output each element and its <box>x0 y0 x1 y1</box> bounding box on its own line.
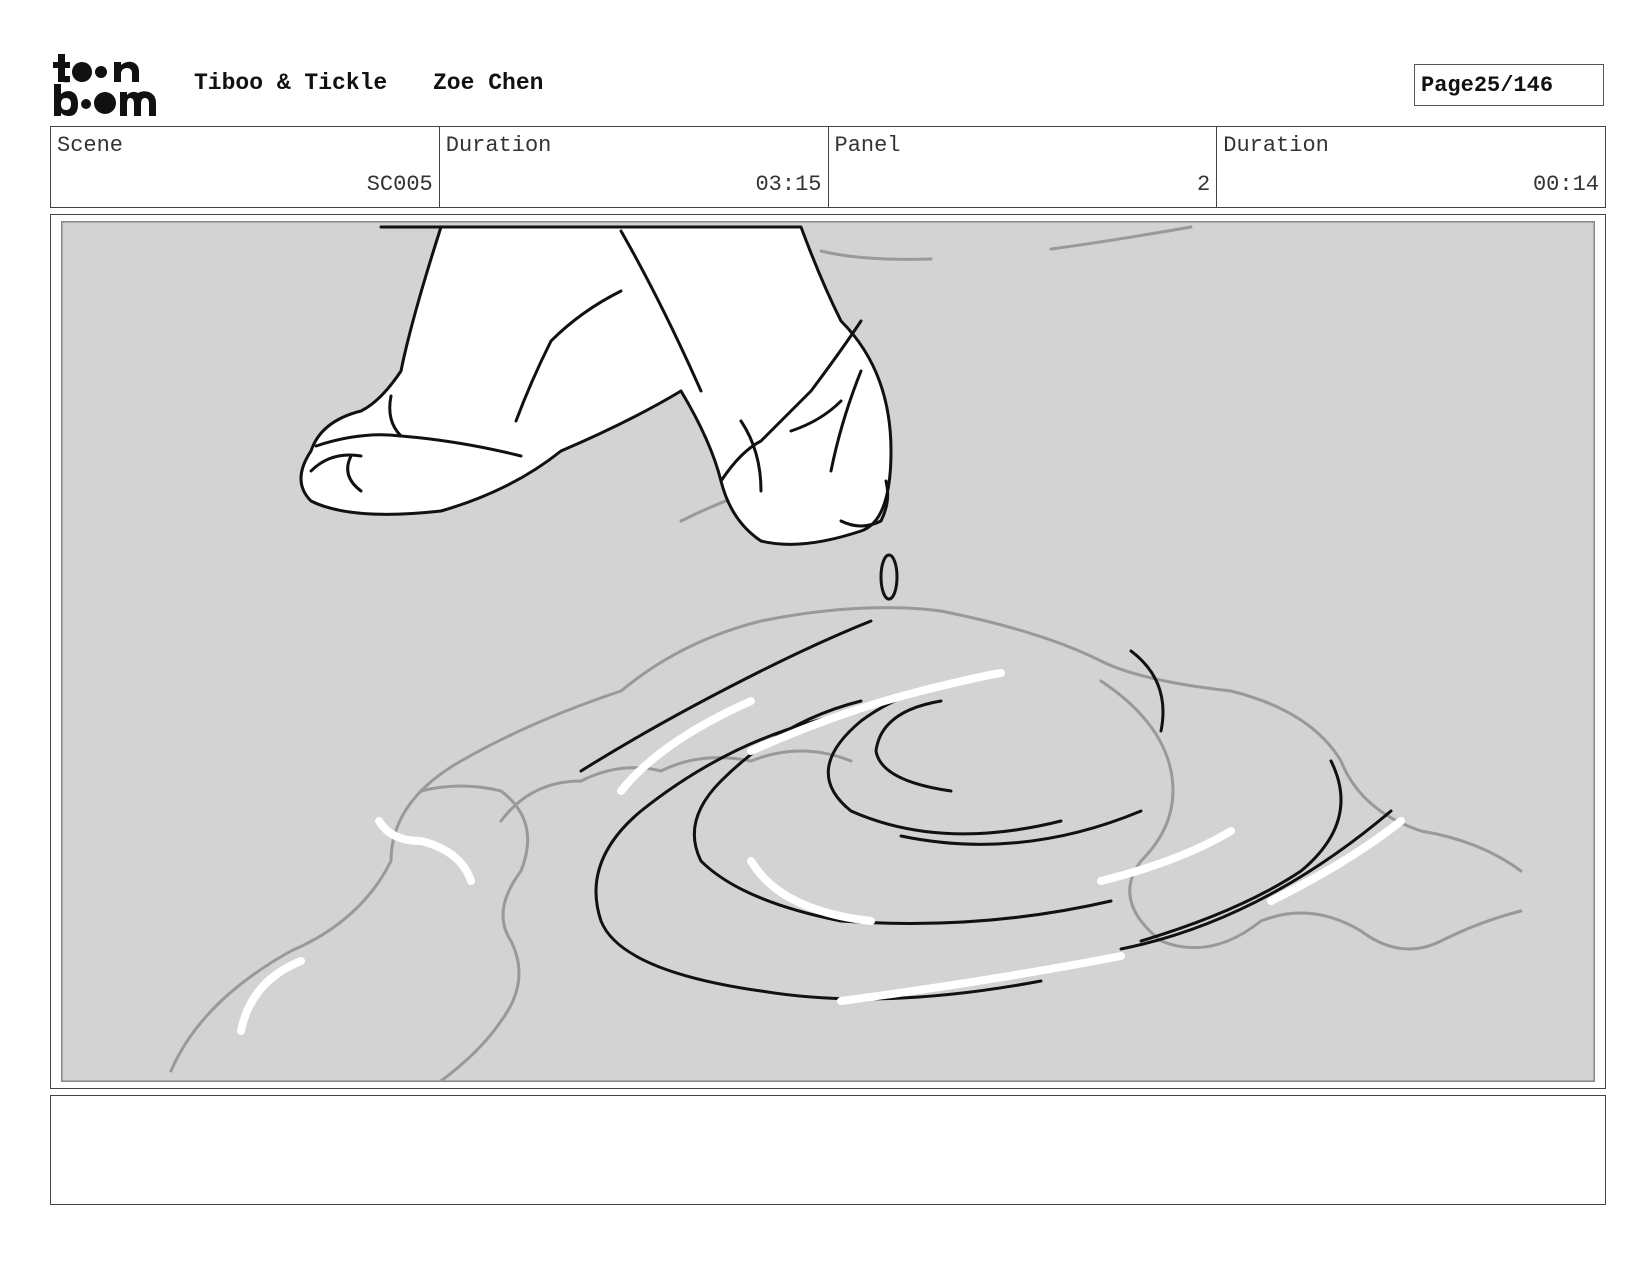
author-name: Zoe Chen <box>433 70 544 96</box>
panel-duration-value: 00:14 <box>1532 172 1599 197</box>
page-indicator: Page 25/146 <box>1414 64 1604 106</box>
scene-duration-label: Duration <box>445 133 552 158</box>
panel-duration-cell: Duration 00:14 <box>1217 127 1605 207</box>
scene-duration-cell: Duration 03:15 <box>440 127 829 207</box>
project-title: Tiboo & Tickle <box>194 70 388 96</box>
storyboard-panel <box>50 214 1606 1089</box>
scene-label: Scene <box>57 133 124 158</box>
scene-cell: Scene SC005 <box>51 127 440 207</box>
panel-notes-box <box>50 1095 1606 1205</box>
scene-value: SC005 <box>366 172 433 197</box>
panel-cell: Panel 2 <box>829 127 1218 207</box>
panel-value: 2 <box>1197 172 1211 197</box>
page-number: 25/146 <box>1473 72 1554 98</box>
panel-sketch <box>61 221 1595 1082</box>
scene-info-row: Scene SC005 Duration 03:15 Panel 2 Durat… <box>50 126 1606 208</box>
page-label: Page <box>1421 72 1474 98</box>
panel-duration-label: Duration <box>1223 133 1329 158</box>
toon-boom-logo <box>53 54 156 116</box>
scene-duration-value: 03:15 <box>755 172 822 197</box>
panel-label: Panel <box>834 133 901 158</box>
